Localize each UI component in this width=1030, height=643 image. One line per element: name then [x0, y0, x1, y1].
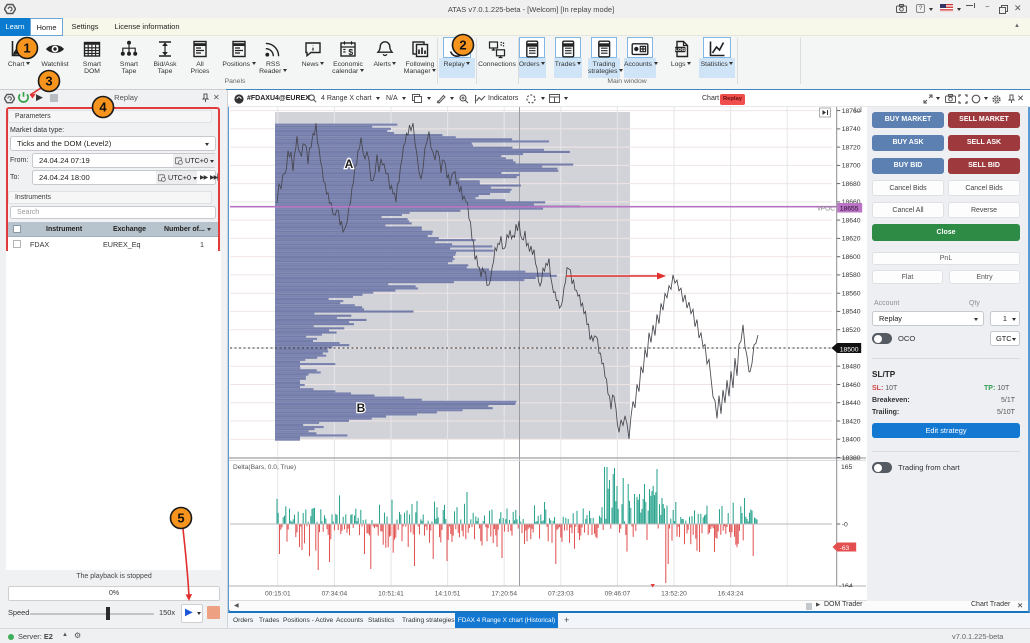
svg-text:4: 4 [99, 100, 107, 115]
svg-text:3: 3 [45, 74, 52, 89]
svg-text:2: 2 [459, 38, 466, 53]
svg-text:1: 1 [23, 41, 30, 56]
svg-text:5: 5 [177, 511, 184, 526]
